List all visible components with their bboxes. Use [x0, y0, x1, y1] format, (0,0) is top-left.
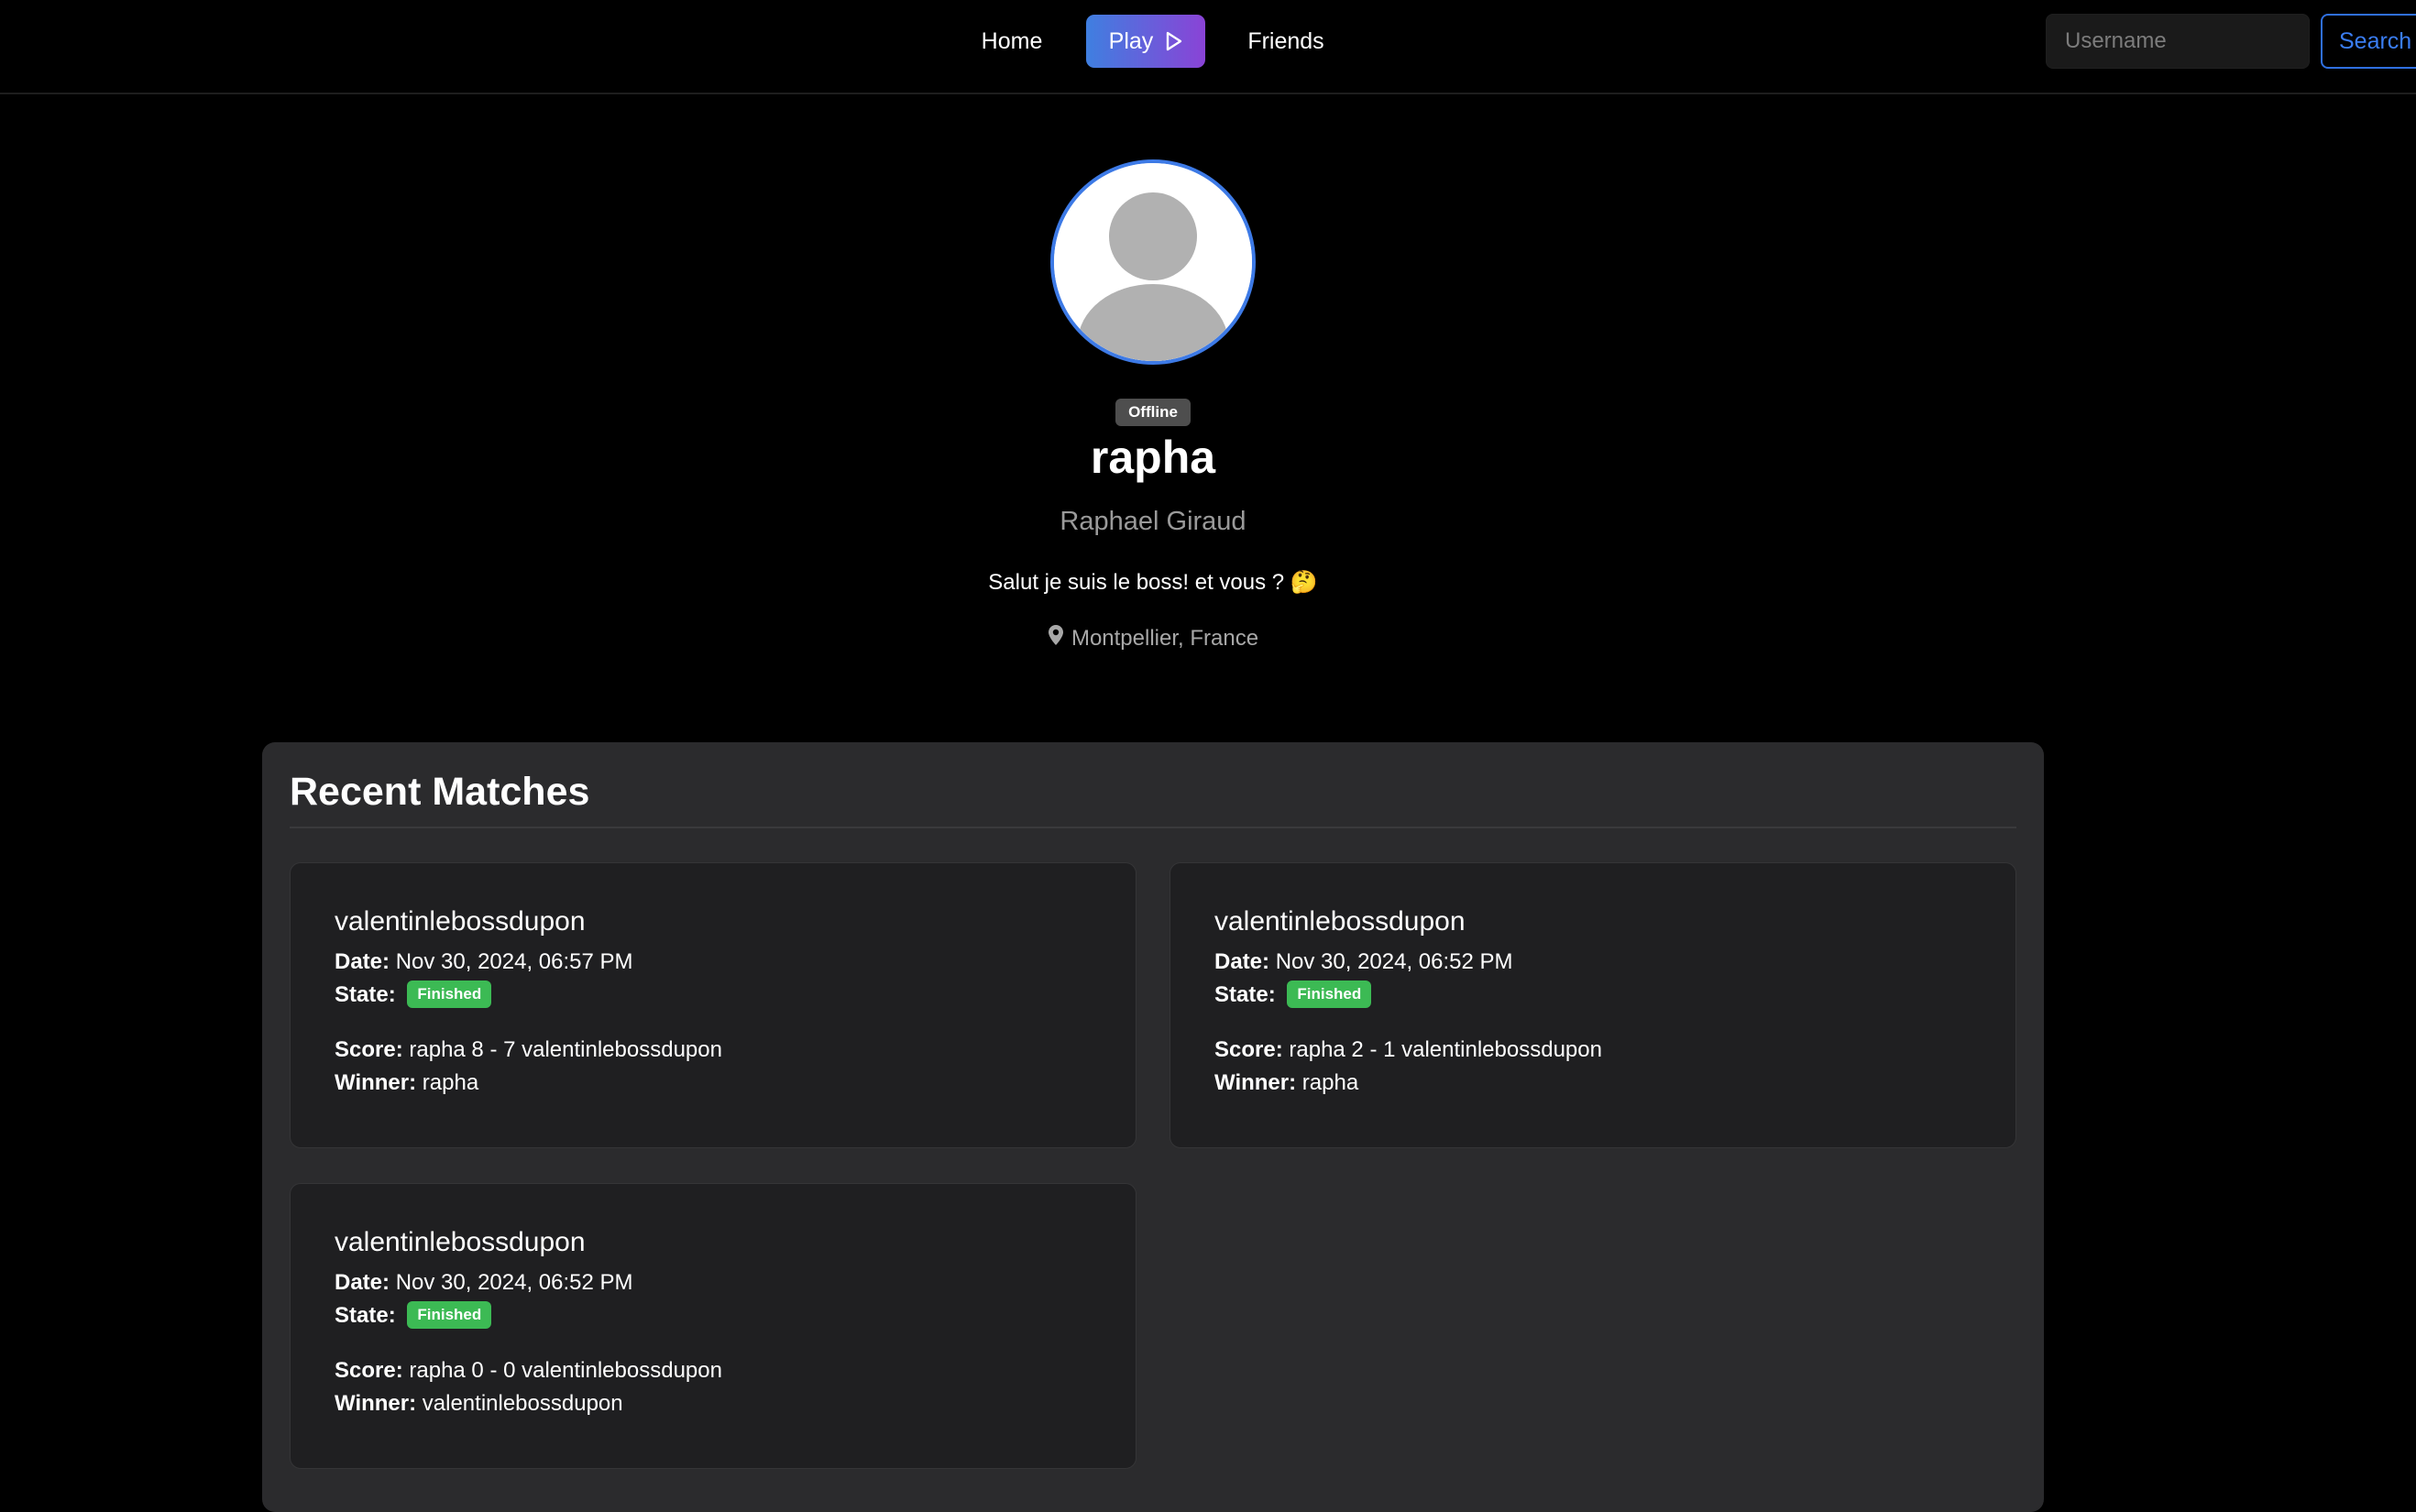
- match-state-label: State:: [335, 982, 396, 1007]
- match-date: Date: Nov 30, 2024, 06:57 PM: [335, 946, 1136, 979]
- match-winner: Winner: valentinlebossdupon: [335, 1387, 1136, 1420]
- match-winner-label: Winner:: [1214, 1070, 1297, 1095]
- nav-home-link[interactable]: Home: [964, 15, 1060, 68]
- match-card: valentinlebossdupon Date: Nov 30, 2024, …: [290, 862, 1137, 1148]
- match-state: State: Finished: [335, 1299, 1136, 1332]
- match-opponent: valentinlebossdupon: [1214, 906, 1466, 937]
- match-date-value: Nov 30, 2024, 06:52 PM: [1275, 949, 1513, 974]
- match-state: State: Finished: [1214, 979, 2015, 1012]
- default-user-avatar-icon: [1054, 163, 1252, 361]
- match-score-label: Score:: [1214, 1037, 1283, 1062]
- search-button[interactable]: Search: [2321, 14, 2416, 69]
- match-winner-value: valentinlebossdupon: [422, 1391, 623, 1416]
- profile-location: Montpellier, France: [0, 624, 2306, 652]
- match-date-value: Nov 30, 2024, 06:57 PM: [395, 949, 633, 974]
- match-winner-label: Winner:: [335, 1070, 417, 1095]
- match-winner-value: rapha: [422, 1070, 479, 1095]
- match-score-label: Score:: [335, 1358, 403, 1383]
- match-date: Date: Nov 30, 2024, 06:52 PM: [335, 1266, 1136, 1299]
- match-winner-label: Winner:: [335, 1391, 417, 1416]
- nav-friends-link[interactable]: Friends: [1241, 15, 1331, 68]
- status-badge: Offline: [1115, 399, 1191, 426]
- match-state: State: Finished: [335, 979, 1136, 1012]
- map-pin-icon: [1048, 624, 1064, 652]
- profile-fullname: Raphael Giraud: [1060, 507, 1246, 536]
- match-score: Score: rapha 0 - 0 valentinlebossdupon: [335, 1354, 1136, 1387]
- match-winner: Winner: rapha: [335, 1067, 1136, 1100]
- profile-bio: Salut je suis le boss! et vous ? 🤔: [988, 570, 1318, 595]
- match-state-label: State:: [1214, 982, 1276, 1007]
- match-date-label: Date:: [335, 949, 390, 974]
- profile-location-text: Montpellier, France: [1071, 625, 1259, 651]
- match-score-value: rapha 2 - 1 valentinlebossdupon: [1289, 1037, 1602, 1062]
- match-state-badge: Finished: [407, 1300, 492, 1329]
- match-date-label: Date:: [335, 1270, 390, 1295]
- match-date: Date: Nov 30, 2024, 06:52 PM: [1214, 946, 2015, 979]
- match-date-value: Nov 30, 2024, 06:52 PM: [395, 1270, 633, 1295]
- match-opponent: valentinlebossdupon: [335, 1227, 586, 1257]
- top-navbar: Home Play Friends Search: [0, 0, 2416, 94]
- section-divider: [290, 827, 2016, 828]
- match-score-value: rapha 8 - 7 valentinlebossdupon: [409, 1037, 722, 1062]
- recent-matches-title: Recent Matches: [290, 770, 590, 814]
- match-state-badge: Finished: [407, 980, 492, 1008]
- match-score-label: Score:: [335, 1037, 403, 1062]
- match-winner-value: rapha: [1301, 1070, 1359, 1095]
- match-card: valentinlebossdupon Date: Nov 30, 2024, …: [1170, 862, 2016, 1148]
- match-score: Score: rapha 8 - 7 valentinlebossdupon: [335, 1034, 1136, 1067]
- match-state-label: State:: [335, 1303, 396, 1328]
- nav-play-label: Play: [1108, 27, 1154, 54]
- match-state-badge: Finished: [1287, 980, 1372, 1008]
- nav-play-button[interactable]: Play: [1086, 15, 1205, 68]
- match-card: valentinlebossdupon Date: Nov 30, 2024, …: [290, 1183, 1137, 1469]
- match-winner: Winner: rapha: [1214, 1067, 2015, 1100]
- recent-matches-panel: Recent Matches valentinlebossdupon Date:…: [262, 742, 2044, 1512]
- play-icon: [1166, 31, 1182, 51]
- match-score-value: rapha 0 - 0 valentinlebossdupon: [409, 1358, 722, 1383]
- match-opponent: valentinlebossdupon: [335, 906, 586, 937]
- username-search-input[interactable]: [2046, 14, 2310, 69]
- match-date-label: Date:: [1214, 949, 1270, 974]
- match-score: Score: rapha 2 - 1 valentinlebossdupon: [1214, 1034, 2015, 1067]
- profile-username: rapha: [1090, 432, 1216, 483]
- avatar: [1050, 159, 1256, 365]
